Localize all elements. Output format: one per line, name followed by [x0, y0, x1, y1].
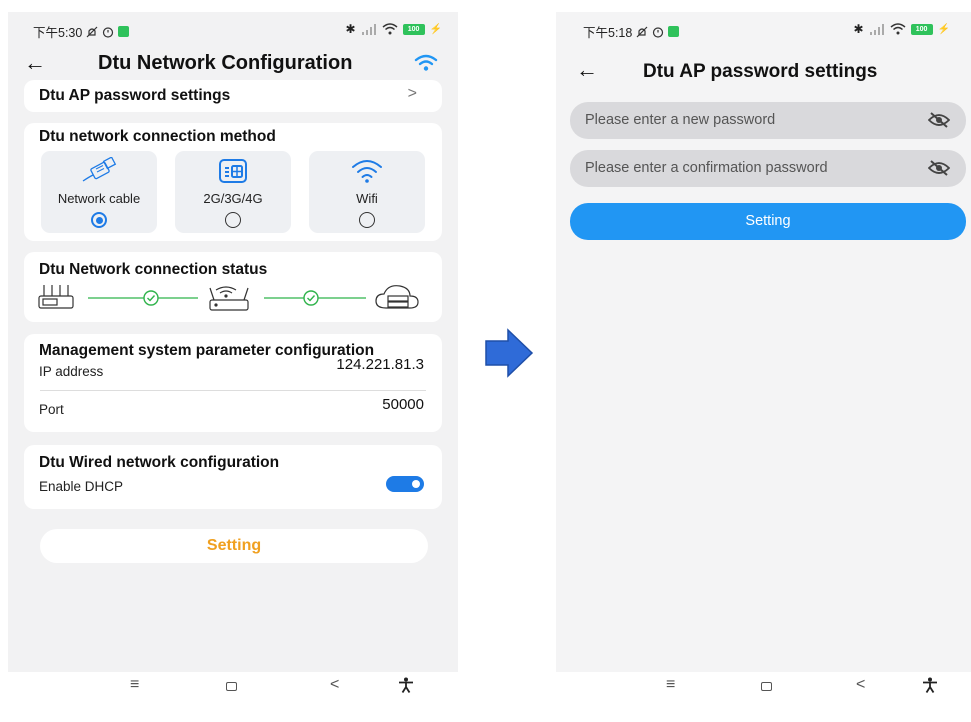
option-label: Wifi [356, 191, 378, 206]
new-password-input[interactable]: Please enter a new password [570, 102, 966, 139]
arrow-right-icon [485, 328, 534, 378]
cloud-server-icon [375, 285, 419, 309]
dhcp-toggle[interactable] [386, 476, 424, 492]
back-arrow-icon[interactable]: ← [24, 50, 46, 76]
wifi-icon [352, 160, 382, 183]
management-config-title: Management system parameter configuratio… [39, 342, 375, 359]
wifi-icon[interactable] [414, 54, 438, 72]
wifi-status-icon [382, 23, 398, 35]
router-icon [209, 286, 249, 311]
confirm-password-input[interactable]: Please enter a confirmation password [570, 150, 966, 187]
charging-icon: ⚡ [937, 23, 950, 35]
option-label: Network cable [57, 191, 141, 206]
ip-address-label: IP address [39, 364, 104, 379]
bluetooth-icon: ✱ [853, 22, 864, 36]
option-network-cable[interactable]: Network cable [41, 151, 157, 233]
connection-status-title: Dtu Network connection status [39, 261, 268, 278]
app-notification-icon [118, 26, 130, 37]
connection-status-diagram [38, 285, 419, 311]
check-circle-icon [143, 290, 159, 306]
port-label: Port [39, 402, 64, 417]
ip-address-field[interactable]: 124.221.81.3 [336, 356, 424, 373]
mute-icon [636, 26, 648, 37]
battery-icon: 100 [910, 23, 933, 35]
connection-status-card: Dtu Network connection status [24, 252, 442, 322]
status-time-group: 下午5:30 [33, 22, 130, 41]
home-icon[interactable] [761, 682, 772, 691]
battery-icon: 100 [402, 23, 425, 35]
new-password-placeholder: Please enter a new password [585, 112, 776, 128]
page-title: Dtu Network Configuration [98, 52, 353, 74]
back-arrow-icon[interactable]: ← [576, 57, 598, 83]
network-config-screen: 下午5:30 ✱ 100 ⚡ ← Dtu Network Configurati… [8, 12, 458, 697]
status-time: 下午5:30 [33, 26, 83, 40]
eye-off-icon[interactable] [928, 112, 950, 128]
option-wifi[interactable]: Wifi [309, 151, 425, 233]
signal-icon [361, 23, 376, 35]
status-time-group: 下午5:18 [583, 22, 680, 41]
app-notification-icon [668, 26, 680, 37]
ap-password-settings-label: Dtu AP password settings [39, 87, 231, 104]
back-nav-icon[interactable]: < [856, 676, 865, 694]
radio-selected[interactable] [91, 212, 107, 228]
alarm-icon [653, 26, 664, 38]
ethernet-cable-icon [82, 157, 117, 182]
alarm-icon [103, 26, 114, 38]
status-time: 下午5:18 [583, 26, 633, 40]
radio-unselected[interactable] [225, 212, 241, 228]
radio-unselected[interactable] [359, 212, 375, 228]
confirm-password-placeholder: Please enter a confirmation password [585, 160, 828, 176]
accessibility-icon[interactable] [922, 677, 938, 693]
back-nav-icon[interactable]: < [330, 676, 339, 694]
wifi-status-icon [890, 23, 906, 35]
divider [40, 390, 426, 391]
menu-icon[interactable]: ≡ [130, 676, 139, 694]
status-bar: 下午5:30 ✱ 100 ⚡ [8, 12, 458, 48]
mute-icon [86, 26, 98, 37]
status-bar: 下午5:18 ✱ 100 ⚡ [556, 12, 971, 48]
sim-card-icon [219, 159, 247, 183]
page-title: Dtu AP password settings [643, 61, 878, 82]
setting-button[interactable]: Setting [40, 529, 428, 563]
ap-password-settings-row[interactable]: Dtu AP password settings > [24, 80, 442, 112]
bluetooth-icon: ✱ [345, 22, 356, 36]
wired-config-title: Dtu Wired network configuration [39, 454, 280, 471]
menu-icon[interactable]: ≡ [666, 676, 675, 694]
system-nav-bar: ≡ < [8, 672, 458, 697]
signal-icon [869, 23, 884, 35]
option-2g3g4g[interactable]: 2G/3G/4G [175, 151, 291, 233]
home-icon[interactable] [226, 682, 237, 691]
wired-config-card: Dtu Wired network configuration Enable D… [24, 445, 442, 509]
accessibility-icon[interactable] [398, 677, 414, 693]
enable-dhcp-label: Enable DHCP [39, 479, 124, 494]
setting-button[interactable]: Setting [570, 203, 966, 240]
management-config-card: Management system parameter configuratio… [24, 334, 442, 432]
connection-method-card: Dtu network connection method Network ca… [24, 123, 442, 241]
ap-password-screen: 下午5:18 ✱ 100 ⚡ ← Dtu AP password setting… [556, 12, 971, 697]
eye-off-icon[interactable] [928, 160, 950, 176]
option-label: 2G/3G/4G [203, 191, 263, 206]
port-field[interactable]: 50000 [382, 396, 424, 413]
check-circle-icon [303, 290, 319, 306]
status-right-icons: ✱ 100 ⚡ [345, 22, 442, 36]
dtu-device-icon [38, 285, 74, 309]
chevron-right-icon: > [407, 85, 417, 102]
system-nav-bar: ≡ < [556, 672, 971, 697]
charging-icon: ⚡ [429, 23, 442, 35]
status-right-icons: ✱ 100 ⚡ [853, 22, 950, 36]
connection-method-title: Dtu network connection method [39, 128, 276, 145]
